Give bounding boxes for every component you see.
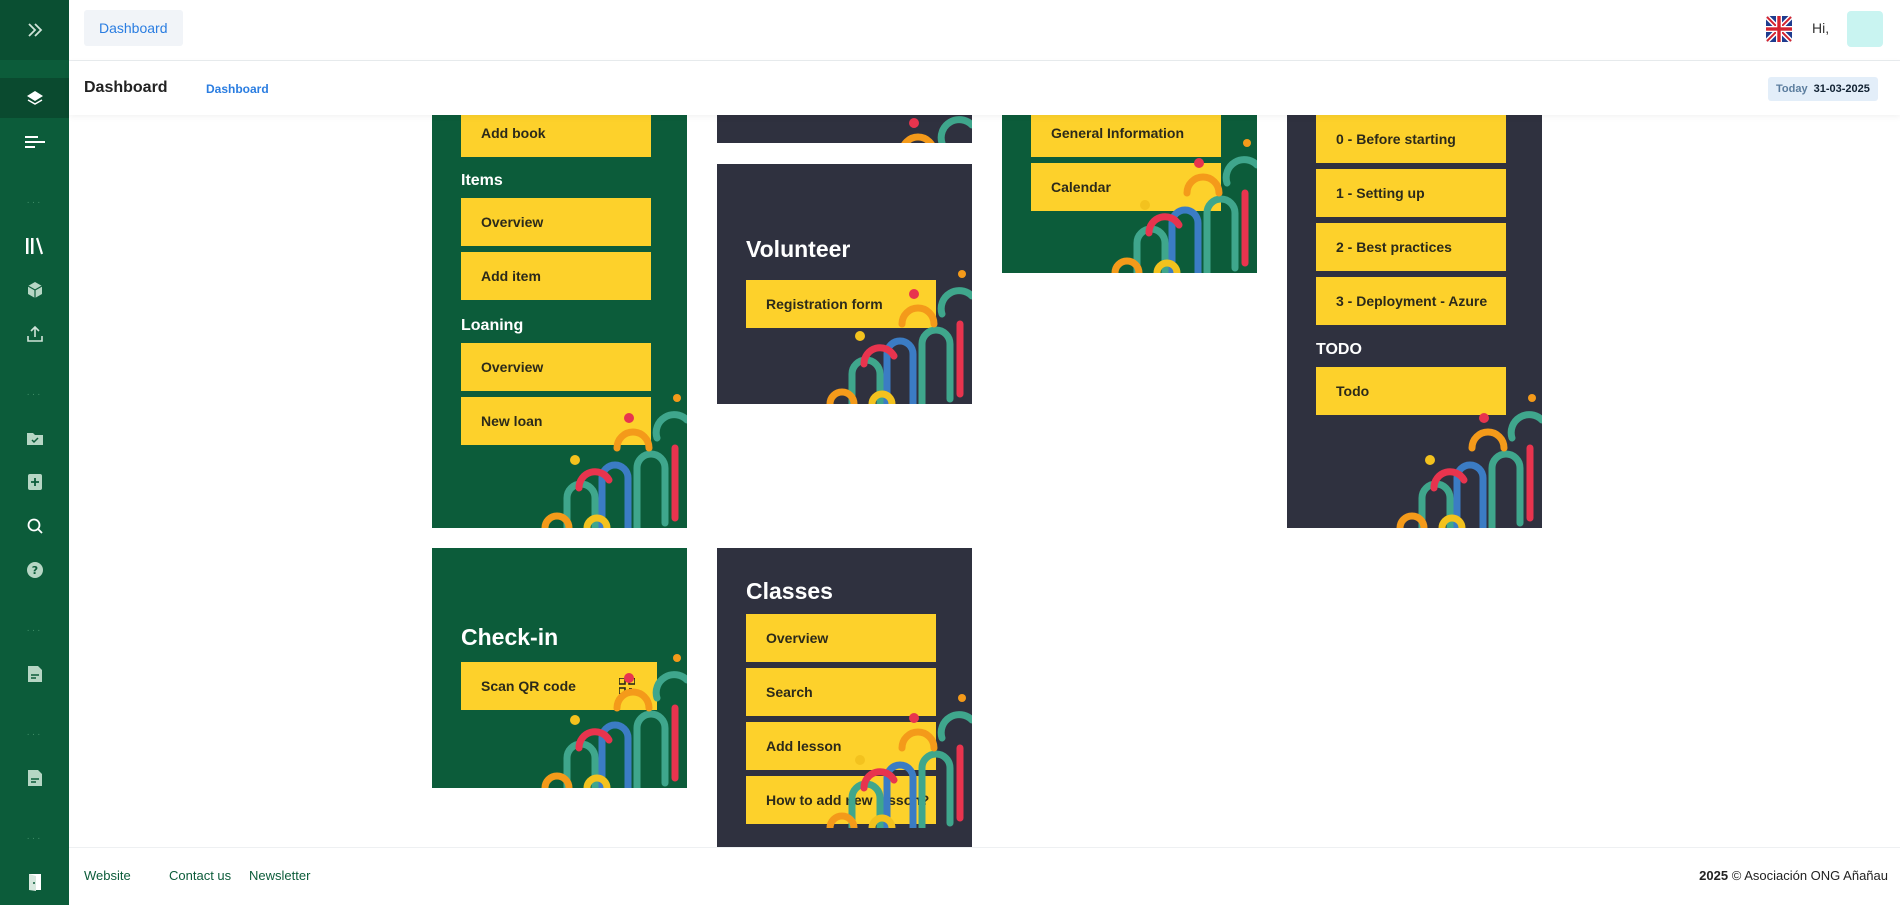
- svg-text:?: ?: [31, 564, 37, 577]
- sidebar-item-document-2[interactable]: [0, 758, 69, 798]
- add-book-button[interactable]: Add book: [461, 115, 651, 157]
- footer-copyright: 2025 © Asociación ONG Añañau: [1699, 868, 1888, 883]
- date-label: Today: [1776, 83, 1808, 95]
- doc-setting-up-button[interactable]: 1 - Setting up: [1316, 169, 1506, 217]
- document-icon: [27, 666, 42, 682]
- top-header: Dashboard Hi,: [69, 0, 1900, 61]
- decorative-pattern: [812, 254, 972, 404]
- sidebar-item-library[interactable]: [0, 226, 69, 266]
- help-icon: ?: [26, 562, 43, 578]
- sidebar-item-new-document[interactable]: [0, 462, 69, 502]
- search-icon: [27, 518, 43, 534]
- layers-icon: [26, 91, 43, 105]
- sidebar-divider: ···: [26, 389, 43, 400]
- footer-contact-link[interactable]: Contact us: [169, 868, 231, 883]
- sidebar-divider: ···: [26, 197, 43, 208]
- decorative-pattern: [812, 678, 972, 828]
- uk-flag-icon[interactable]: [1766, 16, 1792, 42]
- footer-org: © Asociación ONG Añañau: [1731, 868, 1888, 883]
- document-icon: [27, 770, 42, 786]
- breadcrumb-link[interactable]: Dashboard: [206, 82, 269, 96]
- add-item-button[interactable]: Add item: [461, 252, 651, 300]
- sidebar-item-search[interactable]: [0, 506, 69, 546]
- classes-title: Classes: [746, 578, 833, 604]
- upload-icon: [26, 325, 43, 342]
- date-badge: Today 31-03-2025: [1768, 77, 1878, 101]
- doc-best-practices-button[interactable]: 2 - Best practices: [1316, 223, 1506, 271]
- decorative-pattern: [1382, 378, 1542, 528]
- docs-card: 0 - Before starting 1 - Setting up 2 - B…: [1287, 115, 1542, 528]
- sidebar-item-upload[interactable]: [0, 314, 69, 354]
- items-overview-button[interactable]: Overview: [461, 198, 651, 246]
- breadcrumb-dashboard-button[interactable]: Dashboard: [84, 10, 183, 46]
- volunteer-card: Volunteer Registration form: [717, 164, 972, 404]
- checkin-card: Check-in Scan QR code: [432, 548, 687, 788]
- footer: Website Contact us Newsletter 2025 © Aso…: [69, 847, 1900, 905]
- expand-chevrons-icon: [27, 23, 42, 37]
- sidebar-item-logout[interactable]: [0, 862, 69, 902]
- loaning-heading: Loaning: [461, 317, 524, 334]
- doc-before-starting-button[interactable]: 0 - Before starting: [1316, 115, 1506, 163]
- sidebar-item-help[interactable]: ?: [0, 550, 69, 590]
- checked-folder-icon: [26, 433, 43, 445]
- page-header: Dashboard Dashboard Today 31-03-2025: [69, 61, 1900, 115]
- decorative-pattern: [527, 638, 687, 788]
- sidebar-item-tasks[interactable]: [0, 418, 69, 458]
- books-card: Add book Items Overview Add item Loaning…: [432, 115, 687, 528]
- menu-lines-icon: [24, 136, 45, 148]
- sidebar-divider: ···: [26, 625, 43, 636]
- sidebar-divider: ···: [26, 833, 43, 844]
- items-heading: Items: [461, 172, 503, 189]
- footer-website-link[interactable]: Website: [84, 868, 131, 883]
- decorative-pattern: [527, 378, 687, 528]
- footer-newsletter-link[interactable]: Newsletter: [249, 868, 310, 883]
- sidebar-divider: ···: [26, 729, 43, 740]
- sidebar-item-menu[interactable]: [0, 122, 69, 162]
- sidebar-item-document-1[interactable]: [0, 654, 69, 694]
- avatar[interactable]: [1847, 11, 1883, 47]
- add-document-icon: [27, 474, 42, 490]
- decorative-pattern: [1097, 123, 1257, 273]
- top-dark-card: [717, 115, 972, 143]
- sidebar-toggle[interactable]: [0, 0, 69, 60]
- date-value: 31-03-2025: [1813, 83, 1870, 95]
- library-icon: [25, 237, 43, 255]
- todo-heading: TODO: [1316, 341, 1362, 358]
- sidebar-item-dashboard[interactable]: [0, 78, 69, 118]
- page-title: Dashboard: [84, 79, 168, 96]
- classes-card: Classes Overview Search Add lesson How t…: [717, 548, 972, 847]
- doc-deployment-azure-button[interactable]: 3 - Deployment - Azure: [1316, 277, 1506, 325]
- logout-icon: [28, 874, 41, 891]
- sidebar-item-items[interactable]: [0, 270, 69, 310]
- sidebar: ··· ··· ? ··· ··· ···: [0, 0, 69, 905]
- info-card: General Information Calendar: [1002, 115, 1257, 273]
- box-icon: [27, 282, 42, 298]
- dashboard-content: Add book Items Overview Add item Loaning…: [69, 115, 1900, 847]
- greeting-text: Hi,: [1812, 20, 1830, 36]
- decorative-pattern: [812, 115, 972, 143]
- footer-year: 2025: [1699, 868, 1729, 883]
- classes-overview-button[interactable]: Overview: [746, 614, 936, 662]
